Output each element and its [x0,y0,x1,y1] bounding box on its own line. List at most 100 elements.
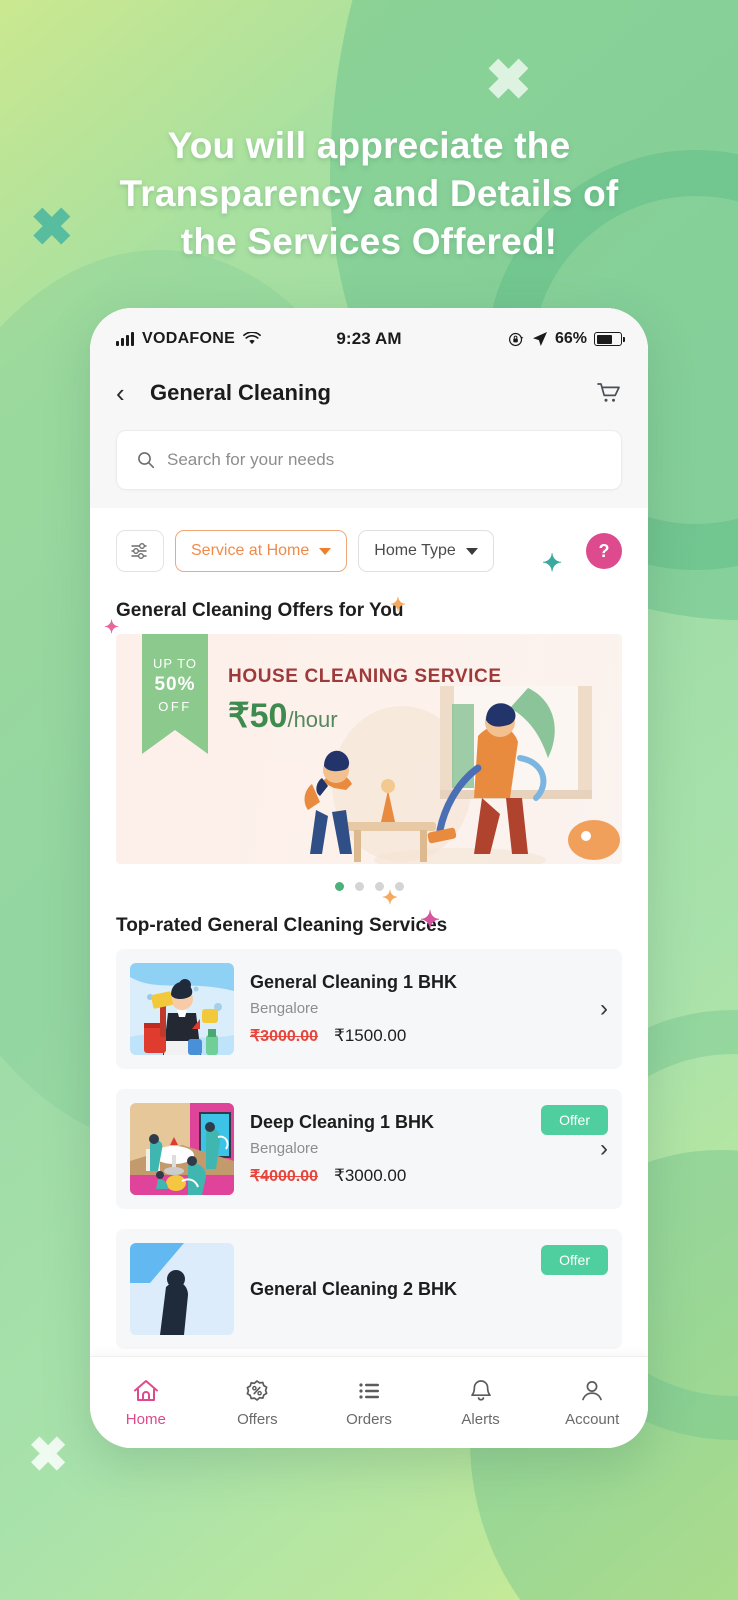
nav-label: Home [125,1410,166,1428]
price-original: ₹4000.00 [250,1168,319,1185]
content-scroll-area[interactable]: Service at Home Home Type ? ✦ General Cl… [90,508,648,1356]
phone-screen: VODAFONE 9:23 AM 66% ‹ General Cleaning … [90,308,648,1448]
search-box[interactable] [116,430,622,490]
nav-item-orders[interactable]: Orders [313,1378,425,1428]
services-title-text: Top-rated General Cleaning Services [116,915,448,936]
chip-label: Home Type [374,542,456,559]
filter-row: Service at Home Home Type ? ✦ [90,508,648,578]
service-prices: ₹4000.00 ₹3000.00 [250,1166,578,1186]
nav-item-home[interactable]: Home [90,1378,202,1428]
service-thumbnail [130,963,234,1055]
discount-ribbon: UP TO 50% OFF [142,634,208,754]
price-discounted: ₹3000.00 [334,1166,407,1185]
phone-mockup: VODAFONE 9:23 AM 66% ‹ General Cleaning … [90,308,648,1448]
offers-title-text: General Cleaning Offers for You [116,600,404,621]
rotation-lock-icon [508,332,524,346]
status-time: 9:23 AM [336,329,402,348]
nav-item-alerts[interactable]: Alerts [425,1378,537,1428]
table-row[interactable]: General Cleaning 2 BHK Offer [116,1229,622,1349]
decorative-sparkle-icon: ✦ [382,888,398,909]
carousel-dot[interactable] [334,882,344,891]
back-chevron-icon[interactable]: ‹ [116,380,146,406]
chevron-down-icon [319,547,332,555]
page-title: General Cleaning [150,380,331,405]
services-section-title: Top-rated General Cleaning Services ✦ ✦ [90,889,648,949]
isometric-room-illustration [130,1103,234,1195]
decorative-sparkle-icon: ✦ [390,595,406,616]
chip-home-type[interactable]: Home Type [358,530,494,572]
promo-headline: You will appreciate the Transparency and… [0,122,738,266]
headline-line-2: Transparency and Details of [119,173,619,215]
promo-background: ✖ ✖ ✖ You will appreciate the Transparen… [0,0,738,1600]
ribbon-line-2: 50% [154,674,196,695]
shopping-cart-icon[interactable] [596,381,622,405]
nav-label: Offers [237,1410,278,1428]
ribbon-line-1: UP TO [152,656,198,671]
table-row[interactable]: General Cleaning 1 BHK Bengalore ₹3000.0… [116,949,622,1069]
location-arrow-icon [532,332,547,346]
sliders-filter-icon [131,543,147,559]
nav-label: Alerts [461,1410,500,1428]
status-badge: Offer [541,1245,608,1275]
service-city: Bengalore [250,1000,319,1017]
person-icon [582,1380,603,1400]
list-icon [359,1382,379,1399]
cleaning-illustration [130,1243,234,1335]
service-prices: ₹3000.00 ₹1500.00 [250,1026,578,1046]
search-section [90,422,648,508]
services-list: General Cleaning 1 BHK Bengalore ₹3000.0… [90,949,648,1349]
ribbon-line-3: OFF [158,699,192,714]
nav-label: Account [565,1410,620,1428]
chevron-down-icon [465,547,478,555]
discount-badge-icon [246,1379,268,1401]
help-question-icon: ? [598,540,610,561]
headline-line-1: You will appreciate the [167,125,571,166]
table-row[interactable]: Deep Cleaning 1 BHK Bengalore ₹4000.00 ₹… [116,1089,622,1209]
service-title: General Cleaning 2 BHK [250,1278,458,1299]
carousel-dots[interactable] [90,864,648,893]
battery-percent: 66% [554,330,588,347]
chevron-right-icon[interactable]: › [594,995,608,1023]
price-original: ₹3000.00 [250,1028,319,1045]
home-icon [133,1379,158,1401]
nav-item-offers[interactable]: Offers [202,1378,314,1428]
help-button[interactable]: ? [586,533,622,569]
nav-label: Orders [346,1410,392,1428]
decorative-sparkle-icon: ✦ [104,617,120,637]
search-icon [138,452,155,469]
service-thumbnail [130,1103,234,1195]
price-discounted: ₹1500.00 [334,1026,407,1045]
wifi-icon [243,332,261,345]
headline-line-3: the Services Offered! [180,221,558,263]
bottom-navigation: Home Offers Orders Alerts Account [90,1356,648,1448]
status-bar: VODAFONE 9:23 AM 66% [90,308,648,364]
bell-icon [470,1379,491,1401]
chevron-right-icon[interactable]: › [594,1135,608,1163]
carousel-dot[interactable] [354,882,364,891]
decorative-cross-icon: ✖ [485,48,532,111]
banner-price-amount: ₹50 [228,697,288,735]
carrier-label: VODAFONE [142,330,236,347]
chip-label: Service at Home [191,542,310,559]
decorative-sparkle-icon: ✦ [420,907,441,934]
service-title: General Cleaning 1 BHK [250,972,458,992]
cleaning-illustration [304,686,620,864]
chip-service-at-home[interactable]: Service at Home [175,530,348,572]
battery-icon [594,332,626,346]
status-badge: Offer [541,1105,608,1135]
app-header: ‹ General Cleaning [90,364,648,422]
service-info: General Cleaning 1 BHK Bengalore ₹3000.0… [250,972,578,1046]
service-title: Deep Cleaning 1 BHK [250,1112,435,1132]
promo-banner[interactable]: UP TO 50% OFF HOUSE CLEANING SERVICE ₹50… [116,634,622,864]
nav-item-account[interactable]: Account [536,1378,648,1428]
cleaning-lady-illustration [130,963,234,1055]
service-city: Bengalore [250,1140,319,1157]
service-thumbnail [130,1243,234,1335]
decorative-sparkle-icon: ✦ [542,550,563,577]
service-info: Deep Cleaning 1 BHK Bengalore ₹4000.00 ₹… [250,1112,578,1186]
search-input[interactable] [167,450,601,470]
decorative-cross-icon: ✖ [28,1429,69,1482]
filter-settings-button[interactable] [116,530,164,572]
service-info: General Cleaning 2 BHK [250,1279,608,1300]
signal-bars-icon [116,331,134,346]
